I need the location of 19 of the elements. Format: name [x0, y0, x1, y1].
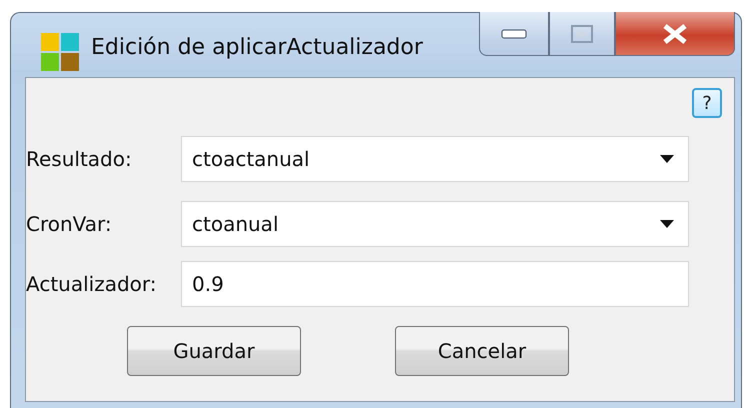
- close-button[interactable]: [615, 12, 735, 56]
- caret-icon: [660, 155, 674, 163]
- help-button[interactable]: ?: [692, 88, 722, 118]
- window-title: Edición de aplicarActualizador: [91, 35, 423, 60]
- save-button[interactable]: Guardar: [127, 326, 301, 376]
- field-label: Resultado:: [26, 147, 133, 171]
- caret-icon: [660, 220, 674, 228]
- field-label: Actualizador:: [26, 272, 158, 296]
- minimize-icon: [501, 28, 527, 38]
- field-label: CronVar:: [26, 212, 113, 236]
- input-field[interactable]: 0.9: [181, 261, 689, 307]
- dropdown-field[interactable]: ctoanual: [181, 201, 689, 247]
- app-icon: [41, 33, 79, 71]
- maximize-button[interactable]: [549, 12, 615, 56]
- dropdown-field[interactable]: ctoactanual: [181, 136, 689, 182]
- minimize-button[interactable]: [479, 12, 549, 56]
- maximize-icon: [571, 24, 593, 42]
- cancel-button[interactable]: Cancelar: [395, 326, 569, 376]
- close-icon: [662, 24, 688, 44]
